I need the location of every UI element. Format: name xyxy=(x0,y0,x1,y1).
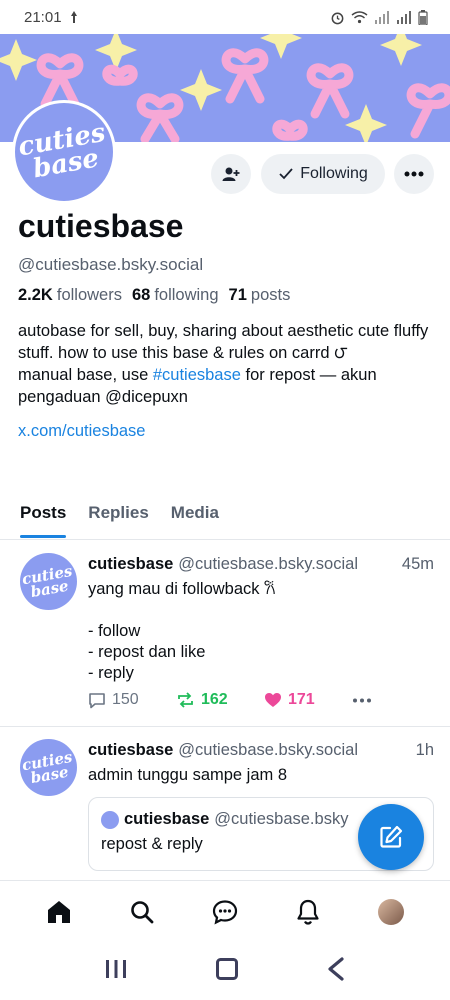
nav-home[interactable] xyxy=(39,892,79,932)
post-text: yang mau di followback 𐙚 - follow - repo… xyxy=(88,579,434,684)
reply-count: 150 xyxy=(112,691,139,708)
quoted-post-author: cutiesbase xyxy=(124,810,210,828)
ellipsis-icon xyxy=(353,698,371,702)
compose-button[interactable] xyxy=(358,804,424,870)
battery-icon xyxy=(418,9,428,25)
post-text-line: - reply xyxy=(88,664,134,682)
profile-avatar[interactable]: cuties base xyxy=(12,100,116,204)
bio-external-link[interactable]: x.com/cutiesbase xyxy=(18,420,433,442)
status-time: 21:01 xyxy=(24,8,62,26)
profile-stats: 2.2K followers 68 following 71 posts xyxy=(18,286,290,305)
nav-search[interactable] xyxy=(122,892,162,932)
profile-avatar-icon xyxy=(377,898,404,925)
post-text-line: - follow xyxy=(88,622,141,640)
recents-icon xyxy=(105,959,126,978)
nav-profile[interactable] xyxy=(371,892,411,932)
avatar-logo: cuties base xyxy=(16,118,112,185)
heart-icon xyxy=(265,693,281,707)
tab-replies[interactable]: Replies xyxy=(88,498,148,540)
following-label: Following xyxy=(300,165,368,182)
tab-posts[interactable]: Posts xyxy=(20,498,67,540)
reply-icon xyxy=(89,692,105,708)
reply-button[interactable]: 150 xyxy=(88,691,176,709)
compose-icon xyxy=(380,825,403,848)
post-header: cutiesbase @cutiesbase.bsky.social 1h xyxy=(88,741,434,760)
nav-chat[interactable] xyxy=(205,892,245,932)
post-more-button[interactable] xyxy=(352,698,372,703)
alarm-icon xyxy=(331,12,344,24)
post-timestamp: 1h xyxy=(415,741,434,759)
post-actions: 150 162 171 xyxy=(88,691,388,709)
post-author-name[interactable]: cutiesbase xyxy=(88,555,173,574)
following-count: 68 xyxy=(131,286,151,304)
home-square-icon xyxy=(215,957,238,980)
quoted-post-handle: @cutiesbase.bsky xyxy=(214,810,349,828)
system-navigation xyxy=(0,942,450,1000)
post-text-line: yang mau di followback 𐙚 xyxy=(88,580,276,598)
post-timestamp: 45m xyxy=(401,555,434,573)
post-text: admin tunggu sampe jam 8 xyxy=(88,766,288,784)
repost-icon xyxy=(178,692,193,708)
post-avatar[interactable]: cuties base xyxy=(20,739,77,796)
posts-stat: 71 posts xyxy=(229,286,291,305)
bottom-navigation xyxy=(0,880,450,942)
check-icon xyxy=(279,168,293,180)
post-avatar-logo: cuties base xyxy=(21,747,76,786)
followers-link[interactable]: 2.2K followers xyxy=(18,286,122,305)
profile-tabs: Posts Replies Media xyxy=(0,498,450,540)
signal-icon xyxy=(375,10,389,24)
feed-post[interactable]: cuties base cutiesbase @cutiesbase.bsky.… xyxy=(0,541,450,727)
post-avatar[interactable]: cuties base xyxy=(20,553,77,610)
recents-button[interactable] xyxy=(104,959,128,984)
post-author-name[interactable]: cutiesbase xyxy=(88,741,173,760)
add-user-button[interactable] xyxy=(211,154,251,194)
profile-bio: autobase for sell, buy, sharing about ae… xyxy=(18,320,433,442)
nav-notifications[interactable] xyxy=(288,892,328,932)
post-author-handle: @cutiesbase.bsky.social xyxy=(178,555,358,573)
repost-count: 162 xyxy=(201,691,228,708)
back-button[interactable] xyxy=(326,956,346,986)
signal-icon-2 xyxy=(397,10,411,24)
like-button[interactable]: 171 xyxy=(264,691,352,709)
post-author-handle: @cutiesbase.bsky.social xyxy=(178,741,358,759)
following-label-stat: following xyxy=(154,286,219,304)
home-icon xyxy=(48,900,71,923)
post-header: cutiesbase @cutiesbase.bsky.social 45m xyxy=(88,555,434,574)
home-system-button[interactable] xyxy=(215,957,239,986)
add-user-icon xyxy=(222,167,240,181)
bio-line-1: autobase for sell, buy, sharing about ae… xyxy=(18,322,429,362)
wifi-icon xyxy=(351,11,368,24)
display-name: cutiesbase xyxy=(18,208,184,244)
like-count: 171 xyxy=(288,691,315,708)
profile-handle: @cutiesbase.bsky.social xyxy=(18,255,204,274)
post-text-blank xyxy=(88,600,434,621)
search-icon xyxy=(131,900,154,923)
repost-button[interactable]: 162 xyxy=(176,691,264,709)
quoted-post-avatar xyxy=(101,810,119,829)
following-button[interactable]: Following xyxy=(261,154,385,194)
post-text-line: - repost dan like xyxy=(88,643,206,661)
notification-icon xyxy=(70,11,77,23)
bell-icon xyxy=(297,899,319,925)
hashtag-link[interactable]: #cutiesbase xyxy=(153,366,241,384)
followers-count: 2.2K xyxy=(18,286,53,304)
bio-line-2: manual base, use #cutiesbase for repost … xyxy=(18,364,433,408)
post-avatar-logo: cuties base xyxy=(21,561,76,600)
back-icon xyxy=(328,956,344,981)
tab-media[interactable]: Media xyxy=(171,498,219,540)
posts-label: posts xyxy=(250,286,291,304)
status-bar: 21:01 xyxy=(0,0,450,34)
followers-label: followers xyxy=(56,286,122,304)
ellipsis-icon xyxy=(404,171,424,177)
following-link[interactable]: 68 following xyxy=(132,286,219,305)
chat-icon xyxy=(212,899,238,924)
more-options-button[interactable] xyxy=(394,154,434,194)
posts-count: 71 xyxy=(228,286,247,304)
bio-line-2-prefix: manual base, use xyxy=(18,366,153,384)
